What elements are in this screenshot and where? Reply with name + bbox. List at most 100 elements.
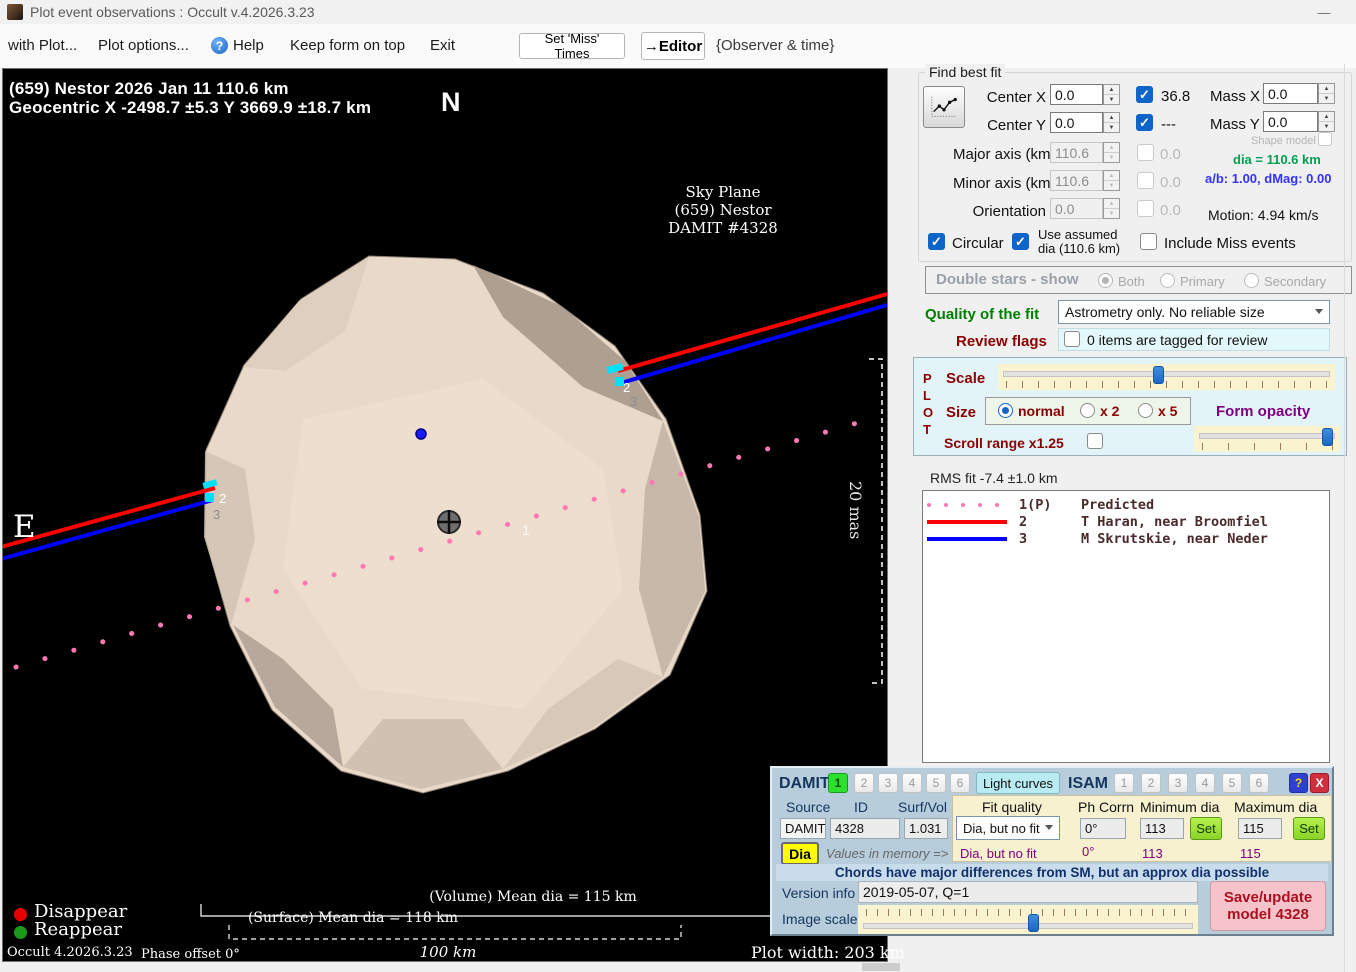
isam-model-6-button[interactable]: 6 <box>1249 773 1269 793</box>
center-x-spinner[interactable]: ▲ ▼ <box>1103 84 1120 105</box>
menu-help[interactable]: Help <box>233 37 264 54</box>
save-update-button[interactable]: Save/update model 4328 <box>1210 881 1326 931</box>
mass-y-spinner[interactable]: ▲ ▼ <box>1318 111 1335 132</box>
fit-plot-button[interactable] <box>923 86 965 128</box>
sky-plane-plot[interactable]: 1 2 3 2 3 (659) Nestor 2026 Jan 11 110.6… <box>2 68 905 962</box>
plot-version-label: Occult 4.2026.3.23 <box>7 945 133 960</box>
damit-help-button[interactable]: ? <box>1289 773 1308 793</box>
light-curves-button[interactable]: Light curves <box>976 772 1060 794</box>
form-opacity-thumb[interactable] <box>1322 428 1334 446</box>
minor-axis-checkbox <box>1137 172 1154 189</box>
menu-plot-options[interactable]: Plot options... <box>98 37 189 54</box>
damit-model-4-button[interactable]: 4 <box>902 773 922 793</box>
scale-slider-track[interactable] <box>1003 371 1330 377</box>
mass-x-spinner[interactable]: ▲ ▼ <box>1318 83 1335 104</box>
chevron-down-icon <box>1315 309 1323 314</box>
observer-name: Predicted <box>1081 496 1155 513</box>
image-scale-slider[interactable] <box>858 905 1198 934</box>
review-flags-checkbox[interactable] <box>1064 331 1080 347</box>
center-x-input[interactable] <box>1050 84 1103 105</box>
damit-model-1-button[interactable]: 1 <box>828 773 848 793</box>
minor-axis-label: Minor axis (km) <box>953 175 1056 192</box>
scale-slider-thumb[interactable] <box>1153 366 1165 384</box>
size-x2-radio[interactable] <box>1080 403 1095 418</box>
observer-list[interactable]: 1(P) Predicted 2 T Haran, near Broomfiel… <box>922 490 1330 763</box>
chord3-line-swatch <box>927 536 1019 541</box>
panel-divider <box>1344 64 1345 972</box>
horizontal-scrollbar-thumb[interactable] <box>862 963 900 971</box>
plot-letter-l: L <box>923 388 931 403</box>
double-stars-secondary-label: Secondary <box>1264 274 1327 289</box>
sky-plane-line1: Sky Plane <box>685 183 761 201</box>
damit-model-6-button[interactable]: 6 <box>950 773 970 793</box>
damit-model-3-button[interactable]: 3 <box>878 773 898 793</box>
fit-quality-select[interactable]: Dia, but no fit <box>956 816 1060 840</box>
chord-2-right <box>617 292 887 373</box>
id-column-header: ID <box>854 799 868 815</box>
center-y-fit-value: --- <box>1161 116 1176 133</box>
minimize-button[interactable]: — <box>1306 2 1342 22</box>
size-x5-radio[interactable] <box>1138 403 1153 418</box>
double-stars-both-label: Both <box>1118 274 1145 289</box>
fit-quality-column-header: Fit quality <box>982 799 1042 815</box>
orientation-input <box>1050 198 1103 219</box>
memory-fit-quality: Dia, but no fit <box>960 846 1037 861</box>
mass-x-input[interactable] <box>1263 83 1318 104</box>
damit-model-2-button[interactable]: 2 <box>854 773 874 793</box>
include-miss-checkbox[interactable] <box>1140 233 1157 250</box>
list-item[interactable]: 2 T Haran, near Broomfiel <box>927 513 1329 530</box>
review-flags-text: 0 items are tagged for review <box>1087 332 1268 348</box>
mass-y-input[interactable] <box>1263 111 1318 132</box>
damit-model-5-button[interactable]: 5 <box>926 773 946 793</box>
motion-readout: Motion: 4.94 km/s <box>1208 207 1319 223</box>
fit-quality-value: Dia, but no fit <box>963 820 1040 836</box>
list-item[interactable]: 1(P) Predicted <box>927 496 1329 513</box>
editor-button[interactable]: →Editor <box>641 32 705 60</box>
menu-exit[interactable]: Exit <box>430 37 455 54</box>
plot-header-line2: Geocentric X -2498.7 ±5.3 Y 3669.9 ±18.7… <box>9 98 372 117</box>
orientation-label: Orientation <box>972 203 1046 220</box>
form-opacity-track[interactable] <box>1199 433 1335 439</box>
dia-button[interactable]: Dia <box>781 842 819 865</box>
use-assumed-dia-checkbox[interactable] <box>1012 233 1029 250</box>
quality-of-fit-select[interactable]: Astrometry only. No reliable size <box>1058 300 1330 324</box>
isam-model-4-button[interactable]: 4 <box>1195 773 1215 793</box>
version-info-label: Version info <box>782 885 856 901</box>
isam-model-1-button[interactable]: 1 <box>1114 773 1134 793</box>
center-y-input[interactable] <box>1050 112 1103 133</box>
set-miss-times-button[interactable]: Set 'Miss' Times <box>519 31 625 61</box>
isam-model-2-button[interactable]: 2 <box>1141 773 1161 793</box>
list-item[interactable]: 3 M Skrutskie, near Neder <box>927 531 1329 547</box>
sky-plane-line2: (659) Nestor <box>674 201 772 219</box>
circular-checkbox[interactable] <box>928 233 945 250</box>
center-y-spinner[interactable]: ▲ ▼ <box>1103 112 1120 133</box>
chord-3-left-label: 3 <box>213 507 220 522</box>
orientation-fit-value: 0.0 <box>1160 202 1181 219</box>
center-x-checkbox[interactable] <box>1136 86 1153 103</box>
image-scale-thumb[interactable] <box>1028 914 1039 932</box>
ph-corrn-column-header: Ph Corrn <box>1078 799 1135 815</box>
isam-model-5-button[interactable]: 5 <box>1222 773 1242 793</box>
size-normal-radio[interactable] <box>998 403 1013 418</box>
window-title: Plot event observations : Occult v.4.202… <box>30 4 315 20</box>
help-icon[interactable]: ? <box>211 37 228 54</box>
use-assumed-label-line1: Use assumed <box>1038 227 1118 242</box>
circular-label: Circular <box>952 235 1004 252</box>
chords-note: Chords have major differences from SM, b… <box>776 864 1328 881</box>
menu-keep-on-top[interactable]: Keep form on top <box>290 37 405 54</box>
set-min-dia-button[interactable]: Set <box>1190 817 1222 840</box>
menu-with-plot[interactable]: with Plot... <box>8 37 77 54</box>
set-max-dia-button[interactable]: Set <box>1293 817 1325 840</box>
chord-1-label: 1 <box>522 522 530 538</box>
center-y-checkbox[interactable] <box>1136 114 1153 131</box>
observer-name: T Haran, near Broomfiel <box>1081 513 1268 530</box>
scroll-range-checkbox[interactable] <box>1087 433 1103 449</box>
volume-mean-dia-label: (Volume) Mean dia = 115 km <box>429 889 637 905</box>
plot-letter-p: P <box>923 371 932 386</box>
mas-scale-bracket <box>869 358 883 684</box>
scale-slider[interactable] <box>998 364 1335 390</box>
form-opacity-slider[interactable] <box>1194 426 1340 452</box>
damit-close-button[interactable]: X <box>1310 773 1329 793</box>
isam-model-3-button[interactable]: 3 <box>1168 773 1188 793</box>
version-info-field[interactable] <box>858 881 1198 903</box>
